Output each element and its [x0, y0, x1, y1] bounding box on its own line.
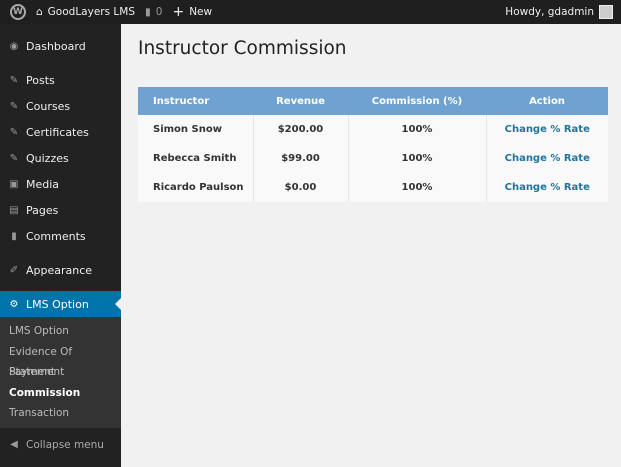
change-rate-link[interactable]: Change % Rate [505, 153, 590, 164]
submenu-statement[interactable]: Statement [0, 362, 121, 383]
action-cell: Change % Rate [485, 115, 608, 144]
instructor-cell: Rebecca Smith [153, 153, 237, 164]
sidebar-item-certificates[interactable]: ✎ Certificates [0, 119, 121, 145]
pin-icon: ✎ [9, 152, 19, 164]
commission-table: Instructor Revenue Commission (%) Action… [138, 87, 608, 202]
commission-cell: 100% [347, 144, 486, 173]
action-cell: Change % Rate [485, 144, 608, 173]
change-rate-link[interactable]: Change % Rate [505, 182, 590, 193]
pin-icon: ✎ [9, 126, 19, 138]
media-icon: ▣ [9, 178, 19, 190]
pin-icon: ✎ [9, 100, 19, 112]
account-menu[interactable]: Howdy, gdadmin [505, 5, 613, 19]
home-icon: ⌂ [36, 6, 43, 18]
column-header: Revenue [253, 87, 348, 115]
comment-icon: ▮ [144, 6, 151, 18]
gear-icon: ⚙ [9, 298, 19, 310]
comment-icon: ▮ [11, 230, 17, 242]
avatar [599, 5, 613, 19]
pin-icon: ✎ [9, 74, 19, 86]
collapse-icon: ◀ [10, 439, 18, 450]
commission-cell: 100% [347, 115, 486, 144]
sidebar-item-pages[interactable]: ▤ Pages [0, 197, 121, 223]
column-header: Commission (%) [348, 87, 486, 115]
sidebar-item-appearance[interactable]: ✐ Appearance [0, 257, 121, 283]
dashboard-icon: ◉ [9, 40, 19, 52]
new-link[interactable]: + New [172, 4, 212, 20]
column-header: Action [486, 87, 608, 115]
sidebar-item-posts[interactable]: ✎ Posts [0, 67, 121, 93]
table-row: Ricardo Paulson $0.00 100% Change % Rate [138, 173, 608, 202]
action-cell: Change % Rate [485, 173, 608, 202]
sidebar-item-dashboard[interactable]: ◉ Dashboard [0, 33, 121, 59]
collapse-menu-button[interactable]: ◀ Collapse menu [0, 432, 121, 458]
sidebar-item-media[interactable]: ▣ Media [0, 171, 121, 197]
revenue-cell: $200.00 [252, 115, 348, 144]
column-header: Instructor [138, 87, 253, 115]
sidebar: ◉ Dashboard ✎ Posts ✎ Courses ✎ Certificates… [0, 24, 121, 467]
submenu-evidence-of-payment[interactable]: Evidence Of Payment [0, 342, 121, 379]
lms-submenu: LMS Option Evidence Of Payment Statement… [0, 317, 121, 428]
change-rate-link[interactable]: Change % Rate [505, 124, 590, 135]
wordpress-logo[interactable]: W [10, 4, 26, 20]
revenue-cell: $99.00 [252, 144, 348, 173]
table-row: Simon Snow $200.00 100% Change % Rate [138, 115, 608, 144]
sidebar-item-comments[interactable]: ▮ Comments [0, 223, 121, 249]
instructor-cell: Ricardo Paulson [153, 182, 244, 193]
brush-icon: ✐ [9, 264, 19, 276]
wordpress-icon: W [10, 4, 26, 20]
plus-icon: + [172, 4, 185, 20]
pages-icon: ▤ [9, 204, 19, 216]
page-title: Instructor Commission [138, 38, 347, 59]
sidebar-item-quizzes[interactable]: ✎ Quizzes [0, 145, 121, 171]
submenu-transaction[interactable]: Transaction [0, 403, 121, 424]
admin-bar: W ⌂ GoodLayers LMS ▮ 0 + New Howdy, gdadmin [0, 0, 621, 24]
site-link[interactable]: ⌂ GoodLayers LMS [36, 6, 135, 18]
sidebar-item-lms-option[interactable]: ⚙ LMS Option [0, 291, 121, 317]
table-row: Rebecca Smith $99.00 100% Change % Rate [138, 144, 608, 173]
instructor-cell: Simon Snow [153, 124, 222, 135]
submenu-lms-option[interactable]: LMS Option [0, 321, 121, 342]
commission-cell: 100% [347, 173, 486, 202]
submenu-commission[interactable]: Commission [0, 383, 121, 404]
comments-link[interactable]: ▮ 0 [145, 6, 162, 18]
revenue-cell: $0.00 [252, 173, 348, 202]
sidebar-item-courses[interactable]: ✎ Courses [0, 93, 121, 119]
